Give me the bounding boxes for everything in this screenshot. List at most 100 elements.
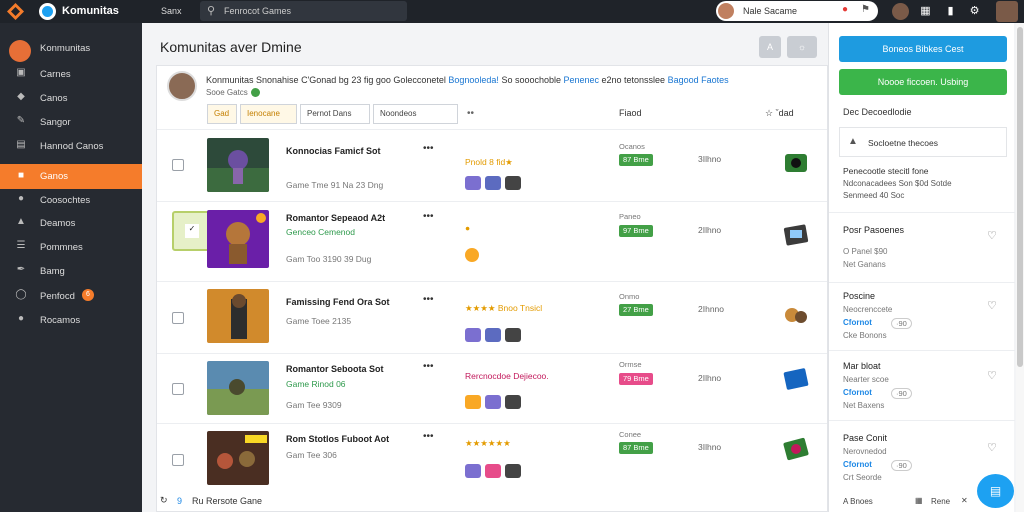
card-icon: ▤ bbox=[16, 139, 26, 150]
more-icon[interactable]: ••• bbox=[423, 294, 434, 305]
row-checkbox[interactable] bbox=[172, 312, 184, 324]
chat-icon: ▤ bbox=[989, 484, 1002, 498]
avatar[interactable] bbox=[892, 3, 909, 20]
sidebar-item-canos[interactable]: ◆ Canos bbox=[0, 87, 142, 109]
sidebar-item-bamg[interactable]: ✒ Bamg bbox=[0, 260, 142, 282]
notification-badge: 6 bbox=[82, 289, 94, 301]
scrollbar[interactable] bbox=[1016, 23, 1024, 512]
footer-text[interactable]: Ru Rersote Gane bbox=[192, 496, 262, 506]
column-header[interactable]: Fiaod bbox=[619, 108, 642, 118]
avatar[interactable] bbox=[996, 1, 1018, 22]
game-thumbnail[interactable] bbox=[207, 138, 269, 192]
row-checkbox[interactable] bbox=[172, 454, 184, 466]
list-item[interactable]: Mar bloat Nearter scoe Cfornot ·90 Net B… bbox=[829, 350, 1015, 420]
filter-tab-gad[interactable]: Gad bbox=[207, 104, 237, 124]
sidebar-item-penfocd[interactable]: ◯ Penfocd 6 bbox=[0, 285, 142, 307]
grid-icon[interactable]: ▦ bbox=[917, 3, 934, 20]
search-input[interactable]: Fenrocot Games bbox=[224, 6, 291, 16]
sidebar-item-label: Rocamos bbox=[40, 315, 81, 326]
checkbox-mark-icon: ✓ bbox=[185, 224, 199, 238]
grid-icon[interactable]: ▦ bbox=[915, 496, 923, 505]
item-meta: O Panel $90 bbox=[843, 247, 888, 256]
filter-tab-pernot-dans[interactable]: Pernot Dans bbox=[300, 104, 370, 124]
secondary-action-button[interactable]: Noooe ficcoen. Usbing bbox=[839, 69, 1007, 95]
status-label: Conee bbox=[619, 430, 642, 439]
refresh-icon[interactable]: ↻ bbox=[160, 495, 168, 506]
header-button-a[interactable]: A bbox=[759, 36, 781, 58]
avatar bbox=[167, 71, 197, 101]
heart-icon[interactable]: ♡ bbox=[987, 441, 997, 454]
table-row[interactable]: Romantor Seboota Sot Game Rinod 06 Gam T… bbox=[157, 353, 827, 423]
column-header[interactable]: ☆ ˇdad bbox=[765, 108, 794, 119]
game-thumbnail[interactable] bbox=[207, 361, 269, 415]
status-value: 2Ilhno bbox=[698, 225, 722, 235]
sidebar-item-pommnes[interactable]: ☰ Pommnes bbox=[0, 236, 142, 258]
footer-link[interactable]: A Bnoes bbox=[843, 497, 873, 506]
sidebar-item-hannod-canos[interactable]: ▤ Hannod Canos bbox=[0, 135, 142, 157]
more-icon[interactable]: ••• bbox=[423, 143, 434, 154]
game-thumbnail[interactable] bbox=[207, 289, 269, 343]
more-icon[interactable]: ••• bbox=[423, 361, 434, 372]
game-thumbnail[interactable] bbox=[207, 210, 269, 268]
sidebar-item-ganos[interactable]: ■ Ganos bbox=[0, 164, 142, 189]
heart-icon[interactable]: ♡ bbox=[987, 369, 997, 382]
info-link[interactable]: Bagood Faotes bbox=[668, 75, 729, 85]
info-link[interactable]: Penenec bbox=[563, 75, 599, 85]
game-icon bbox=[785, 308, 807, 323]
notification-icon[interactable]: ▮ bbox=[942, 3, 959, 20]
status-dot-icon bbox=[250, 88, 260, 98]
heart-icon[interactable]: ♡ bbox=[987, 229, 997, 242]
status-badge: 79 Bme bbox=[619, 373, 653, 385]
platform-icon bbox=[505, 328, 521, 342]
more-icon[interactable]: •• bbox=[467, 108, 474, 119]
game-thumbnail[interactable] bbox=[207, 431, 269, 485]
row-checkbox-selected[interactable]: ✓ bbox=[172, 211, 212, 251]
globe-logo-icon[interactable] bbox=[39, 3, 56, 20]
alert-icon[interactable]: ● bbox=[842, 4, 848, 15]
sidebar-item-rocamos[interactable]: ● Rocamos bbox=[0, 309, 142, 331]
game-title[interactable]: Konnocias Famicf Sot bbox=[286, 146, 381, 156]
table-row[interactable]: Konnocias Famicf Sot Game Tme 91 Na 23 D… bbox=[157, 129, 827, 201]
game-meta: Gam Tee 9309 bbox=[286, 400, 342, 410]
game-title[interactable]: Romantor Seboota Sot bbox=[286, 364, 384, 374]
game-title[interactable]: Rom Stotlos Fuboot Aot bbox=[286, 434, 389, 444]
row-checkbox[interactable] bbox=[172, 159, 184, 171]
more-icon[interactable]: ••• bbox=[423, 211, 434, 222]
game-meta: Gam Tee 306 bbox=[286, 450, 337, 460]
sidebar-item-sangor[interactable]: ✎ Sangor bbox=[0, 111, 142, 133]
more-icon[interactable]: ••• bbox=[423, 431, 434, 442]
row-checkbox[interactable] bbox=[172, 383, 184, 395]
sidebar-item-konmunitas[interactable]: Konmunitas bbox=[0, 37, 142, 62]
section-title: Dec Decoedlodie bbox=[843, 107, 912, 117]
game-title[interactable]: Famissing Fend Ora Sot bbox=[286, 297, 390, 307]
primary-action-button[interactable]: Boneos Bibkes Cest bbox=[839, 36, 1007, 62]
footer-link[interactable]: Rene bbox=[931, 497, 950, 506]
list-item[interactable]: Posr Pasoenes O Panel $90 Net Ganans ♡ bbox=[829, 212, 1015, 282]
sidebar-item-deamos[interactable]: ▲ Deamos bbox=[0, 212, 142, 234]
flag-icon[interactable]: ⚑ bbox=[861, 4, 870, 15]
header-button-settings[interactable]: ☼ bbox=[787, 36, 817, 58]
diamond-logo-icon[interactable] bbox=[7, 3, 24, 20]
sidebar-item-carnes[interactable]: ▣ Carnes bbox=[0, 63, 142, 85]
table-row[interactable]: Rom Stotlos Fuboot Aot Gam Tee 306 ••• ★… bbox=[157, 423, 827, 493]
close-icon[interactable]: ✕ bbox=[961, 496, 968, 505]
filter-tab-ienocane[interactable]: Ienocane bbox=[240, 104, 297, 124]
scrollbar-thumb[interactable] bbox=[1017, 27, 1023, 367]
status-value: 2Ilhno bbox=[698, 373, 722, 383]
top-menu[interactable]: Sanx bbox=[161, 6, 182, 16]
user-chip[interactable]: Nale Sacame ● ⚑ bbox=[716, 1, 878, 21]
app-name[interactable]: Komunitas bbox=[62, 5, 119, 17]
list-item[interactable]: Poscine Neocrenccete Cfornot ·90 Cke Bon… bbox=[829, 282, 1015, 350]
filter-tab-noondeos[interactable]: Noondeos bbox=[373, 104, 458, 124]
table-row[interactable]: Famissing Fend Ora Sot Game Toee 2135 ••… bbox=[157, 281, 827, 353]
chat-button[interactable]: ▤ bbox=[977, 474, 1014, 508]
settings-icon[interactable]: ⚙ bbox=[966, 3, 983, 20]
table-row[interactable]: ✓ Romantor Sepeaod A2t Genceo Cemenod Ga… bbox=[157, 201, 827, 275]
search-box[interactable]: ⚲ Fenrocot Games bbox=[200, 1, 407, 21]
heart-icon[interactable]: ♡ bbox=[987, 299, 997, 312]
footer-count: 9 bbox=[177, 496, 183, 506]
info-link[interactable]: Bognooleda! bbox=[448, 75, 499, 85]
sidebar-item-coosochtes[interactable]: ● Coosochtes bbox=[0, 189, 142, 211]
select-box[interactable]: ▲ Socloetne thecoes bbox=[839, 127, 1007, 157]
game-title[interactable]: Romantor Sepeaod A2t bbox=[286, 213, 385, 223]
